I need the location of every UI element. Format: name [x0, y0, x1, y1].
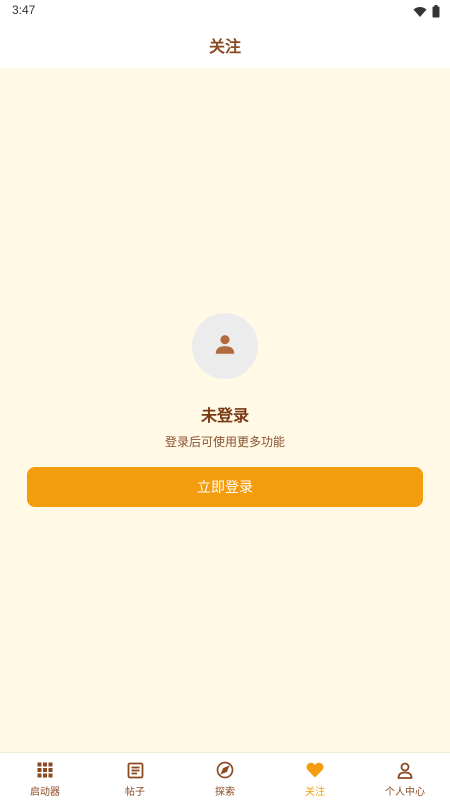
nav-item-launcher[interactable]: 启动器	[0, 753, 90, 800]
header: 关注	[0, 22, 450, 68]
avatar	[192, 313, 258, 379]
nav-label-posts: 帖子	[125, 787, 145, 798]
battery-icon	[432, 3, 440, 22]
empty-state-title: 未登录	[200, 406, 249, 425]
nav-label-following: 关注	[305, 787, 325, 798]
person-icon	[212, 331, 238, 361]
status-icons	[413, 3, 440, 22]
nav-item-profile[interactable]: 个人中心	[360, 753, 450, 800]
nav-label-explore: 探索	[215, 787, 235, 798]
wifi-icon	[413, 3, 427, 22]
status-time: 3:47	[12, 3, 36, 17]
page-title: 关注	[208, 37, 241, 56]
bottom-nav: 启动器 帖子 探索 关注 个人中心	[0, 752, 450, 800]
compass-icon	[216, 761, 234, 779]
heart-icon	[306, 761, 324, 779]
nav-label-launcher: 启动器	[30, 787, 60, 798]
nav-item-following[interactable]: 关注	[270, 753, 360, 800]
document-icon	[126, 761, 144, 779]
login-button[interactable]: 立即登录	[27, 467, 423, 507]
empty-state-subtitle: 登录后可使用更多功能	[164, 435, 285, 449]
status-bar: 3:47	[0, 0, 450, 22]
main-content: 未登录 登录后可使用更多功能 立即登录	[0, 68, 450, 752]
nav-item-explore[interactable]: 探索	[180, 753, 270, 800]
nav-item-posts[interactable]: 帖子	[90, 753, 180, 800]
grid-icon	[36, 761, 54, 779]
person-icon	[396, 761, 414, 779]
login-button-label: 立即登录	[197, 480, 253, 496]
nav-label-profile: 个人中心	[385, 787, 425, 798]
